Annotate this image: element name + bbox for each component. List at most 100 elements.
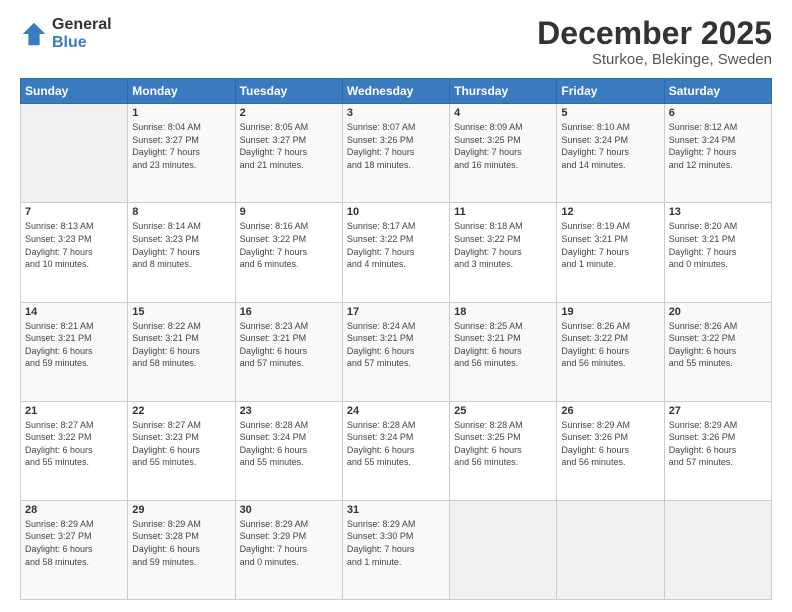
table-cell: 14Sunrise: 8:21 AM Sunset: 3:21 PM Dayli… [21,302,128,401]
day-info: Sunrise: 8:19 AM Sunset: 3:21 PM Dayligh… [561,220,659,270]
day-number: 7 [25,206,123,218]
day-info: Sunrise: 8:17 AM Sunset: 3:22 PM Dayligh… [347,220,445,270]
day-number: 6 [669,107,767,119]
day-number: 10 [347,206,445,218]
logo-text: General Blue [52,16,112,51]
day-info: Sunrise: 8:29 AM Sunset: 3:26 PM Dayligh… [669,419,767,469]
week-row-5: 28Sunrise: 8:29 AM Sunset: 3:27 PM Dayli… [21,500,772,599]
table-cell: 19Sunrise: 8:26 AM Sunset: 3:22 PM Dayli… [557,302,664,401]
table-cell: 4 Sunrise: 8:09 AM Sunset: 3:25 PM Daylig… [450,104,557,203]
day-number: 30 [240,504,338,516]
day-number: 26 [561,405,659,417]
day-info: Sunrise: 8:07 AM Sunset: 3:26 PM Dayligh… [347,121,445,171]
table-cell: 22 Sunrise: 8:27 AM Sunset: 3:23 PM Dayli… [128,401,235,500]
day-info: Sunrise: 8:28 AM Sunset: 3:24 PM Dayligh… [240,419,338,469]
day-number: 16 [240,306,338,318]
col-saturday: Saturday [664,79,771,104]
table-cell: 8 Sunrise: 8:14 AM Sunset: 3:23 PM Daylig… [128,203,235,302]
table-cell: 13Sunrise: 8:20 AM Sunset: 3:21 PM Dayli… [664,203,771,302]
col-tuesday: Tuesday [235,79,342,104]
day-number: 12 [561,206,659,218]
day-number: 31 [347,504,445,516]
table-cell [664,500,771,599]
day-info: Sunrise: 8:27 AM Sunset: 3:23 PM Dayligh… [132,419,230,469]
day-info: Sunrise: 8:23 AM Sunset: 3:21 PM Dayligh… [240,320,338,370]
table-cell: 23 Sunrise: 8:28 AM Sunset: 3:24 PM Dayli… [235,401,342,500]
day-number: 4 [454,107,552,119]
table-cell: 10 Sunrise: 8:17 AM Sunset: 3:22 PM Dayli… [342,203,449,302]
day-info: Sunrise: 8:12 AM Sunset: 3:24 PM Dayligh… [669,121,767,171]
table-cell: 7 Sunrise: 8:13 AM Sunset: 3:23 PM Daylig… [21,203,128,302]
table-cell: 28Sunrise: 8:29 AM Sunset: 3:27 PM Dayli… [21,500,128,599]
day-info: Sunrise: 8:25 AM Sunset: 3:21 PM Dayligh… [454,320,552,370]
col-monday: Monday [128,79,235,104]
table-cell: 5 Sunrise: 8:10 AM Sunset: 3:24 PM Daylig… [557,104,664,203]
day-number: 3 [347,107,445,119]
table-cell [450,500,557,599]
day-info: Sunrise: 8:16 AM Sunset: 3:22 PM Dayligh… [240,220,338,270]
table-cell: 3 Sunrise: 8:07 AM Sunset: 3:26 PM Daylig… [342,104,449,203]
col-thursday: Thursday [450,79,557,104]
col-wednesday: Wednesday [342,79,449,104]
week-row-4: 21Sunrise: 8:27 AM Sunset: 3:22 PM Dayli… [21,401,772,500]
day-info: Sunrise: 8:29 AM Sunset: 3:28 PM Dayligh… [132,518,230,568]
day-info: Sunrise: 8:21 AM Sunset: 3:21 PM Dayligh… [25,320,123,370]
table-cell: 29 Sunrise: 8:29 AM Sunset: 3:28 PM Dayli… [128,500,235,599]
day-info: Sunrise: 8:14 AM Sunset: 3:23 PM Dayligh… [132,220,230,270]
month-title: December 2025 [537,16,772,51]
day-info: Sunrise: 8:28 AM Sunset: 3:25 PM Dayligh… [454,419,552,469]
day-info: Sunrise: 8:04 AM Sunset: 3:27 PM Dayligh… [132,121,230,171]
day-info: Sunrise: 8:29 AM Sunset: 3:29 PM Dayligh… [240,518,338,568]
table-cell: 6 Sunrise: 8:12 AM Sunset: 3:24 PM Daylig… [664,104,771,203]
table-cell: 15Sunrise: 8:22 AM Sunset: 3:21 PM Dayli… [128,302,235,401]
day-info: Sunrise: 8:29 AM Sunset: 3:30 PM Dayligh… [347,518,445,568]
table-cell: 1 Sunrise: 8:04 AM Sunset: 3:27 PM Daylig… [128,104,235,203]
table-cell: 11 Sunrise: 8:18 AM Sunset: 3:22 PM Dayli… [450,203,557,302]
table-cell: 16 Sunrise: 8:23 AM Sunset: 3:21 PM Dayli… [235,302,342,401]
day-info: Sunrise: 8:10 AM Sunset: 3:24 PM Dayligh… [561,121,659,171]
day-number: 17 [347,306,445,318]
logo-general: General [52,16,112,34]
week-row-2: 7 Sunrise: 8:13 AM Sunset: 3:23 PM Daylig… [21,203,772,302]
day-number: 27 [669,405,767,417]
day-info: Sunrise: 8:27 AM Sunset: 3:22 PM Dayligh… [25,419,123,469]
col-sunday: Sunday [21,79,128,104]
day-info: Sunrise: 8:13 AM Sunset: 3:23 PM Dayligh… [25,220,123,270]
title-block: December 2025 Sturkoe, Blekinge, Sweden [537,16,772,68]
day-number: 5 [561,107,659,119]
table-cell: 2Sunrise: 8:05 AM Sunset: 3:27 PM Daylig… [235,104,342,203]
table-cell: 25 Sunrise: 8:28 AM Sunset: 3:25 PM Dayli… [450,401,557,500]
day-info: Sunrise: 8:09 AM Sunset: 3:25 PM Dayligh… [454,121,552,171]
table-cell: 27 Sunrise: 8:29 AM Sunset: 3:26 PM Dayli… [664,401,771,500]
day-info: Sunrise: 8:18 AM Sunset: 3:22 PM Dayligh… [454,220,552,270]
day-info: Sunrise: 8:05 AM Sunset: 3:27 PM Dayligh… [240,121,338,171]
table-cell: 21Sunrise: 8:27 AM Sunset: 3:22 PM Dayli… [21,401,128,500]
table-cell: 9 Sunrise: 8:16 AM Sunset: 3:22 PM Daylig… [235,203,342,302]
day-number: 8 [132,206,230,218]
table-cell: 31 Sunrise: 8:29 AM Sunset: 3:30 PM Dayli… [342,500,449,599]
day-number: 29 [132,504,230,516]
day-number: 24 [347,405,445,417]
week-row-3: 14Sunrise: 8:21 AM Sunset: 3:21 PM Dayli… [21,302,772,401]
day-number: 20 [669,306,767,318]
day-number: 23 [240,405,338,417]
week-row-1: 1 Sunrise: 8:04 AM Sunset: 3:27 PM Daylig… [21,104,772,203]
logo-blue: Blue [52,34,112,52]
day-info: Sunrise: 8:29 AM Sunset: 3:27 PM Dayligh… [25,518,123,568]
table-cell: 17Sunrise: 8:24 AM Sunset: 3:21 PM Dayli… [342,302,449,401]
page: General Blue December 2025 Sturkoe, Blek… [0,0,792,612]
table-cell [557,500,664,599]
table-cell: 30 Sunrise: 8:29 AM Sunset: 3:29 PM Dayli… [235,500,342,599]
day-info: Sunrise: 8:28 AM Sunset: 3:24 PM Dayligh… [347,419,445,469]
header: General Blue December 2025 Sturkoe, Blek… [20,16,772,68]
table-cell: 24 Sunrise: 8:28 AM Sunset: 3:24 PM Dayli… [342,401,449,500]
day-number: 13 [669,206,767,218]
day-info: Sunrise: 8:26 AM Sunset: 3:22 PM Dayligh… [669,320,767,370]
day-number: 1 [132,107,230,119]
day-number: 15 [132,306,230,318]
day-number: 25 [454,405,552,417]
day-number: 9 [240,206,338,218]
day-info: Sunrise: 8:29 AM Sunset: 3:26 PM Dayligh… [561,419,659,469]
day-number: 22 [132,405,230,417]
day-number: 11 [454,206,552,218]
